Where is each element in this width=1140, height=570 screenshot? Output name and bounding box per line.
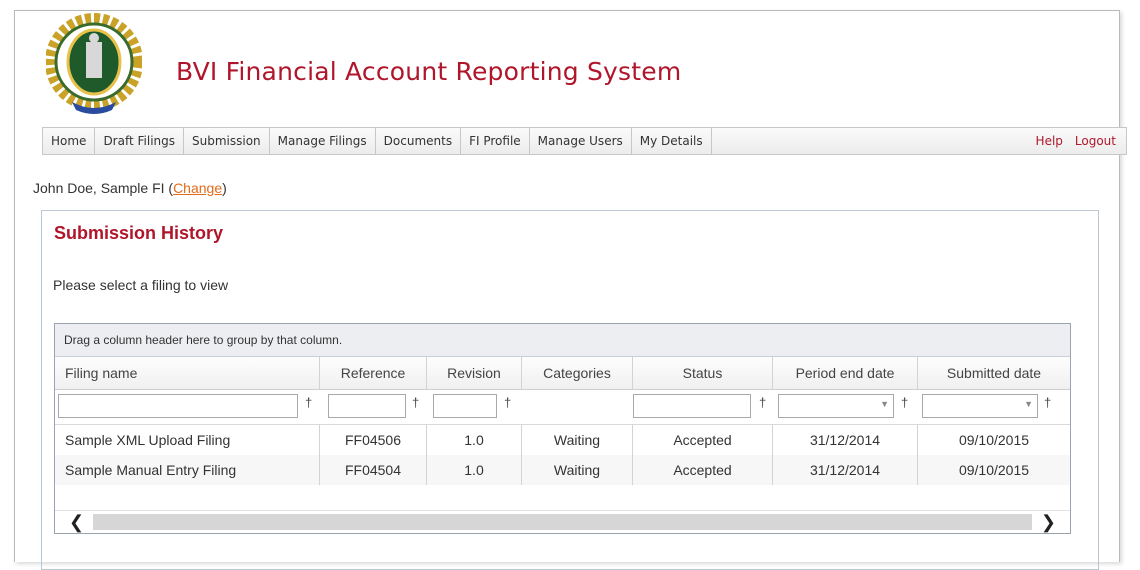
column-header-period-end-date[interactable]: Period end date <box>773 357 918 390</box>
column-header-reference[interactable]: Reference <box>320 357 427 390</box>
nav-right: Help Logout <box>1036 128 1116 154</box>
app-title: BVI Financial Account Reporting System <box>176 57 682 86</box>
dropdown-arrow-icon[interactable]: ▼ <box>1024 399 1033 409</box>
filings-grid: Drag a column header here to group by th… <box>54 323 1071 534</box>
filter-pin-icon[interactable]: † <box>759 395 766 410</box>
filter-input-reference[interactable] <box>328 394 406 418</box>
nav-item-manage-filings[interactable]: Manage Filings <box>270 128 376 154</box>
filter-cell-submitted-date: ▼ † <box>918 390 1070 425</box>
group-by-panel[interactable]: Drag a column header here to group by th… <box>55 324 1070 357</box>
filter-cell-revision: † <box>427 390 522 425</box>
dropdown-arrow-icon[interactable]: ▼ <box>880 399 889 409</box>
cell-period-end-date: 31/12/2014 <box>773 425 918 455</box>
filter-pin-icon[interactable]: † <box>305 395 312 410</box>
filter-cell-status: † <box>633 390 773 425</box>
filter-input-status[interactable] <box>633 394 751 418</box>
horizontal-scrollbar[interactable]: ❮ ❯ <box>55 510 1070 533</box>
nav-item-my-details[interactable]: My Details <box>632 128 712 154</box>
filter-pin-icon[interactable]: † <box>1044 395 1051 410</box>
column-header-filing-name[interactable]: Filing name <box>55 357 320 390</box>
grid-filter-row: † † † † ▼ † ▼ † <box>55 390 1070 425</box>
grid-header-row: Filing name Reference Revision Categorie… <box>55 357 1070 390</box>
scroll-left-arrow-icon[interactable]: ❮ <box>69 511 84 533</box>
user-context: John Doe, Sample FI (Change) <box>33 180 227 196</box>
column-header-revision[interactable]: Revision <box>427 357 522 390</box>
bvi-crest-logo <box>45 10 143 118</box>
filter-input-revision[interactable] <box>433 394 497 418</box>
user-context-close: ) <box>222 180 227 196</box>
submission-history-panel: Submission History Please select a filin… <box>41 210 1099 570</box>
cell-reference: FF04504 <box>320 455 427 485</box>
logout-link[interactable]: Logout <box>1075 128 1116 154</box>
nav-item-documents[interactable]: Documents <box>376 128 462 154</box>
filter-cell-reference: † <box>320 390 427 425</box>
scrollbar-thumb[interactable] <box>93 514 1032 530</box>
cell-submitted-date: 09/10/2015 <box>918 455 1070 485</box>
user-context-text: John Doe, Sample FI ( <box>33 180 174 196</box>
cell-status: Accepted <box>633 425 773 455</box>
instruction-text: Please select a filing to view <box>53 277 229 293</box>
cell-reference: FF04506 <box>320 425 427 455</box>
nav-item-manage-users[interactable]: Manage Users <box>530 128 632 154</box>
cell-filing-name: Sample XML Upload Filing <box>55 425 320 455</box>
nav-item-fi-profile[interactable]: FI Profile <box>461 128 530 154</box>
filter-cell-filing-name: † <box>55 390 320 425</box>
main-navbar: Home Draft Filings Submission Manage Filing… <box>42 127 1127 155</box>
filter-cell-period-end-date: ▼ † <box>773 390 918 425</box>
nav-item-draft-filings[interactable]: Draft Filings <box>95 128 185 154</box>
column-header-submitted-date[interactable]: Submitted date <box>918 357 1070 390</box>
table-row[interactable]: Sample XML Upload Filing FF04506 1.0 Wai… <box>55 425 1070 455</box>
nav-item-home[interactable]: Home <box>43 128 96 154</box>
nav-items: Home Draft Filings Submission Manage Filing… <box>43 128 712 154</box>
filter-cell-categories <box>522 390 633 425</box>
filter-pin-icon[interactable]: † <box>504 395 511 410</box>
filter-date-submitted[interactable]: ▼ <box>922 394 1038 418</box>
cell-categories: Waiting <box>522 455 633 485</box>
help-link[interactable]: Help <box>1036 128 1063 154</box>
column-header-status[interactable]: Status <box>633 357 773 390</box>
cell-status: Accepted <box>633 455 773 485</box>
filter-input-filing-name[interactable] <box>58 394 298 418</box>
column-header-categories[interactable]: Categories <box>522 357 633 390</box>
table-row[interactable]: Sample Manual Entry Filing FF04504 1.0 W… <box>55 455 1070 485</box>
filter-pin-icon[interactable]: † <box>412 395 419 410</box>
cell-period-end-date: 31/12/2014 <box>773 455 918 485</box>
cell-categories: Waiting <box>522 425 633 455</box>
filter-date-period-end[interactable]: ▼ <box>778 394 894 418</box>
scroll-right-arrow-icon[interactable]: ❯ <box>1041 511 1056 533</box>
cell-revision: 1.0 <box>427 425 522 455</box>
cell-submitted-date: 09/10/2015 <box>958 432 1030 448</box>
filter-pin-icon[interactable]: † <box>901 395 908 410</box>
nav-item-submission[interactable]: Submission <box>184 128 270 154</box>
cell-revision: 1.0 <box>427 455 522 485</box>
cell-filing-name: Sample Manual Entry Filing <box>55 455 320 485</box>
page-title: Submission History <box>54 223 224 243</box>
change-fi-link[interactable]: Change <box>173 180 222 196</box>
